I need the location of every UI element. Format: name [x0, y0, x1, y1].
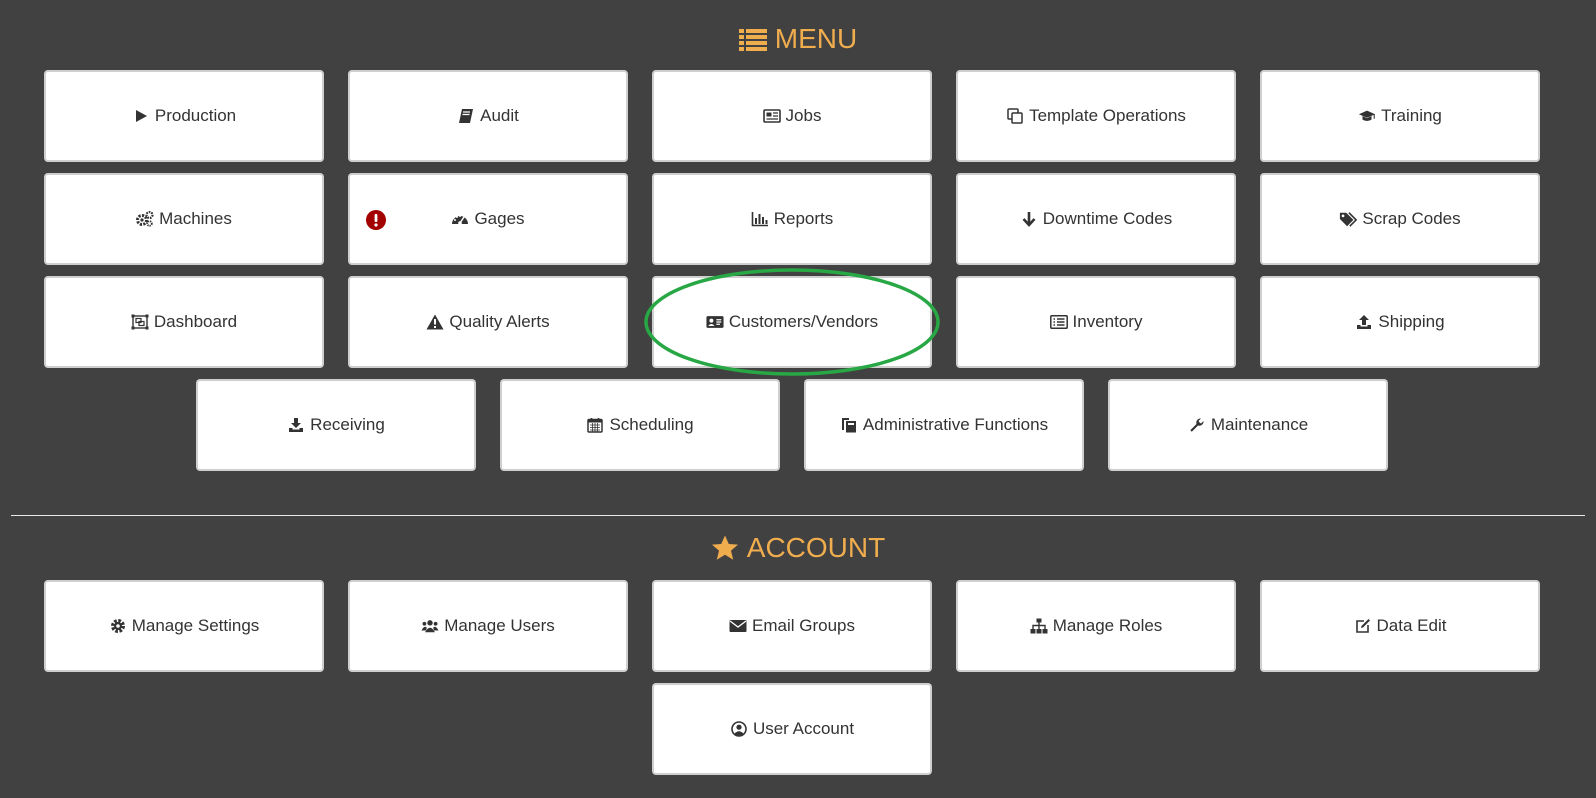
dashboard-button[interactable]: Dashboard [44, 276, 324, 368]
wrench-icon [1188, 417, 1206, 433]
training-label: Training [1381, 106, 1442, 125]
menu-title: MENU [774, 23, 858, 54]
manage-roles-label: Manage Roles [1052, 616, 1163, 635]
gears-icon [136, 211, 154, 227]
newspaper-icon [762, 108, 781, 124]
gauge-icon [451, 211, 469, 227]
training-button[interactable]: Training [1260, 70, 1540, 162]
production-button[interactable]: Production [44, 70, 324, 162]
bar-chart-icon [751, 211, 769, 227]
jobs-label: Jobs [785, 106, 822, 125]
manage-users-button[interactable]: Manage Users [348, 580, 628, 672]
gages-button[interactable]: Gages [348, 173, 628, 265]
email-groups-button[interactable]: Email Groups [652, 580, 932, 672]
user-circle-icon [730, 721, 748, 737]
id-card-icon [706, 314, 724, 330]
quality-alerts-label: Quality Alerts [449, 312, 550, 331]
dashboard-label: Dashboard [153, 312, 238, 331]
downtime-codes-button[interactable]: Downtime Codes [956, 173, 1236, 265]
list-icon [738, 26, 767, 60]
data-edit-button[interactable]: Data Edit [1260, 580, 1540, 672]
clipboard-icon [840, 417, 858, 433]
warning-icon [426, 314, 444, 330]
cog-icon [109, 618, 127, 634]
audit-button[interactable]: Audit [348, 70, 628, 162]
users-icon [421, 618, 439, 634]
copy-icon [1006, 108, 1024, 124]
receiving-label: Receiving [310, 415, 385, 434]
gages-label: Gages [474, 209, 525, 228]
maintenance-label: Maintenance [1210, 415, 1309, 434]
scheduling-button[interactable]: Scheduling [500, 379, 780, 471]
tags-icon [1339, 211, 1358, 227]
list-alt-icon [1049, 314, 1068, 330]
manage-users-label: Manage Users [444, 616, 555, 635]
manage-roles-button[interactable]: Manage Roles [956, 580, 1236, 672]
calendar-icon [586, 417, 604, 433]
downtime-codes-label: Downtime Codes [1042, 209, 1173, 228]
account-heading: ACCOUNT [0, 531, 1596, 569]
exclamation-circle-icon [366, 210, 386, 230]
receiving-button[interactable]: Receiving [196, 379, 476, 471]
download-icon [287, 417, 305, 433]
star-icon [711, 535, 739, 569]
play-icon [132, 108, 150, 124]
customers-vendors-button[interactable]: Customers/Vendors [652, 276, 932, 368]
edit-icon [1354, 618, 1372, 634]
jobs-button[interactable]: Jobs [652, 70, 932, 162]
object-group-icon [131, 314, 149, 330]
template-operations-button[interactable]: Template Operations [956, 70, 1236, 162]
graduation-cap-icon [1358, 108, 1376, 124]
manage-settings-label: Manage Settings [131, 616, 260, 635]
production-label: Production [154, 106, 237, 125]
main-menu-page: MENU Production Audit Jobs Template Oper… [0, 0, 1596, 798]
reports-button[interactable]: Reports [652, 173, 932, 265]
machines-label: Machines [159, 209, 232, 228]
data-edit-label: Data Edit [1376, 616, 1447, 635]
scrap-codes-label: Scrap Codes [1362, 209, 1461, 228]
inventory-label: Inventory [1072, 312, 1143, 331]
arrow-down-icon [1020, 211, 1038, 227]
section-divider [11, 515, 1585, 516]
audit-label: Audit [480, 106, 519, 125]
template-operations-label: Template Operations [1029, 106, 1186, 125]
user-account-button[interactable]: User Account [652, 683, 932, 775]
administrative-functions-button[interactable]: Administrative Functions [804, 379, 1084, 471]
quality-alerts-button[interactable]: Quality Alerts [348, 276, 628, 368]
scrap-codes-button[interactable]: Scrap Codes [1260, 173, 1540, 265]
account-title: ACCOUNT [746, 532, 886, 563]
shipping-label: Shipping [1378, 312, 1445, 331]
book-icon [457, 108, 475, 124]
shipping-button[interactable]: Shipping [1260, 276, 1540, 368]
envelope-icon [729, 618, 747, 634]
scheduling-label: Scheduling [609, 415, 694, 434]
upload-icon [1355, 314, 1373, 330]
customers-vendors-label: Customers/Vendors [728, 312, 879, 331]
email-groups-label: Email Groups [752, 616, 855, 635]
manage-settings-button[interactable]: Manage Settings [44, 580, 324, 672]
machines-button[interactable]: Machines [44, 173, 324, 265]
maintenance-button[interactable]: Maintenance [1108, 379, 1388, 471]
sitemap-icon [1030, 618, 1048, 634]
reports-label: Reports [773, 209, 834, 228]
administrative-functions-label: Administrative Functions [862, 415, 1049, 434]
menu-heading: MENU [0, 22, 1596, 60]
inventory-button[interactable]: Inventory [956, 276, 1236, 368]
user-account-label: User Account [752, 719, 855, 738]
